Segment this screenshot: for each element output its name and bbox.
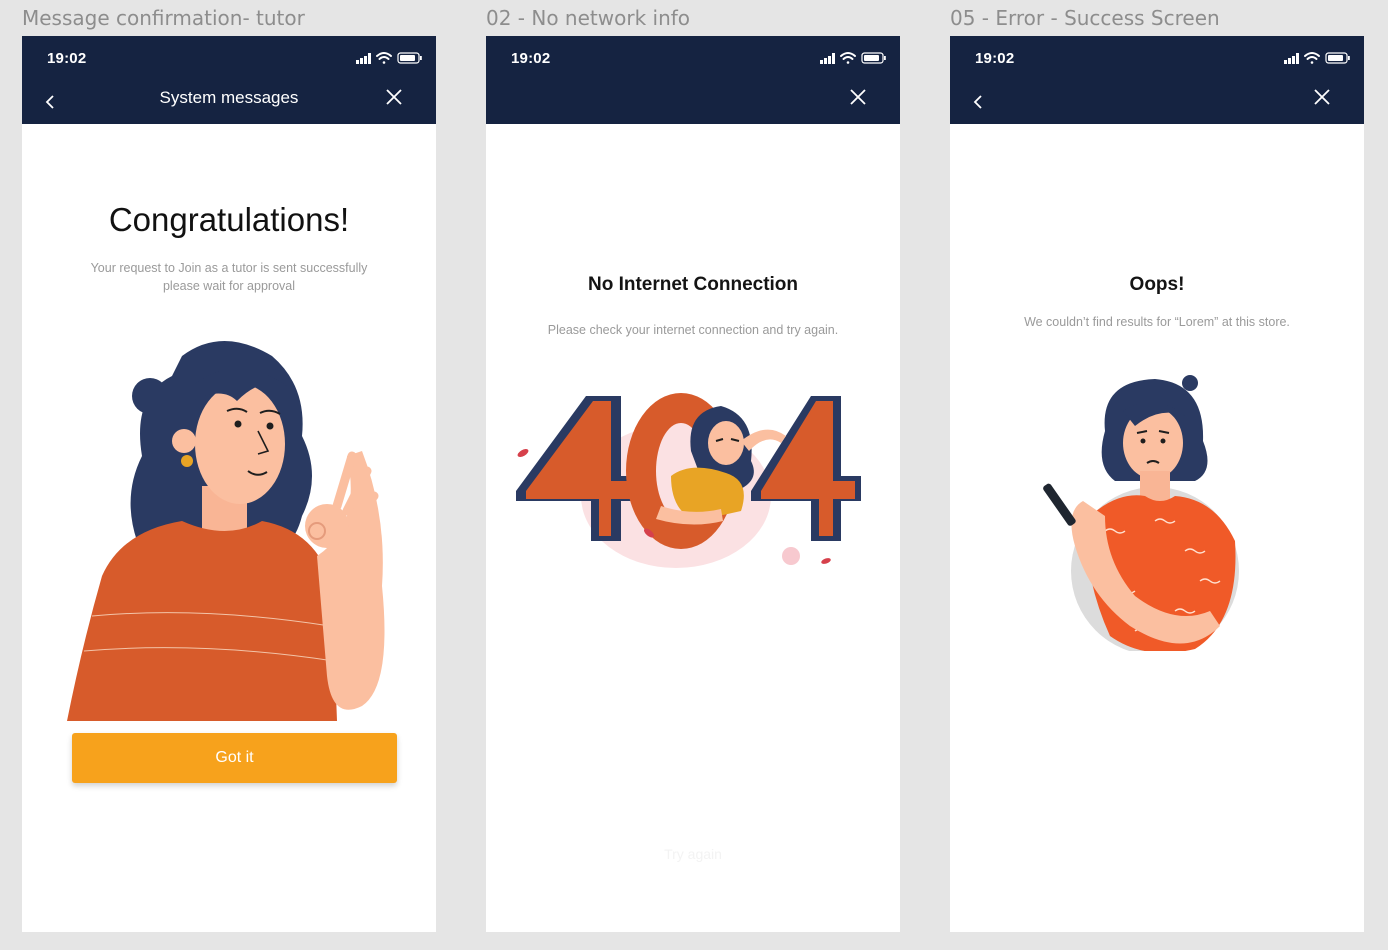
navbar: 19:02 <box>950 36 1364 124</box>
status-icons <box>820 52 886 64</box>
message: Please check your internet connection an… <box>547 323 839 337</box>
status-time: 19:02 <box>975 50 1015 67</box>
frame-label-error-screen: 05 - Error - Success Screen <box>950 6 1220 30</box>
page-title: Oops! <box>1129 274 1185 295</box>
nav-title: System messages <box>159 88 299 107</box>
wifi-icon <box>1304 52 1320 64</box>
message-line-2: please wait for approval <box>162 279 296 293</box>
status-time: 19:02 <box>47 50 87 67</box>
try-again-button[interactable]: Try again <box>636 846 750 862</box>
status-time: 19:02 <box>511 50 551 67</box>
message: We couldn’t find results for “Lorem” at … <box>1024 315 1290 329</box>
page-title: No Internet Connection <box>587 274 799 295</box>
battery-icon <box>861 52 886 64</box>
screen-error: 19:02 Oops! We couldn’t find results for… <box>950 36 1364 932</box>
navbar: 19:02 System messages <box>22 36 436 124</box>
frame-label-message-confirmation: Message confirmation- tutor <box>22 6 305 30</box>
status-icons <box>356 52 422 64</box>
signal-icon <box>356 53 371 64</box>
frame-label-no-network: 02 - No network info <box>486 6 691 30</box>
wifi-icon <box>376 52 392 64</box>
message-line-1: Your request to Join as a tutor is sent … <box>90 261 368 275</box>
close-icon[interactable] <box>848 87 868 107</box>
404-illustration <box>516 393 861 568</box>
close-icon[interactable] <box>1312 87 1332 107</box>
page-title: Congratulations! <box>108 201 350 238</box>
battery-icon <box>397 52 422 64</box>
woman-ok-gesture-illustration <box>67 341 385 721</box>
screen-no-network: 19:02 No Internet Connection Please chec… <box>486 36 900 932</box>
chevron-left-icon[interactable] <box>968 90 988 114</box>
signal-icon <box>820 53 835 64</box>
battery-icon <box>1325 52 1350 64</box>
confused-woman-illustration <box>1043 375 1239 651</box>
status-icons <box>1284 52 1350 64</box>
navbar: 19:02 <box>486 36 900 124</box>
close-icon[interactable] <box>384 87 404 107</box>
screen-message-confirmation: 19:02 System messages Congratulations! Y… <box>22 36 436 932</box>
signal-icon <box>1284 53 1299 64</box>
got-it-button[interactable]: Got it <box>72 733 397 783</box>
wifi-icon <box>840 52 856 64</box>
